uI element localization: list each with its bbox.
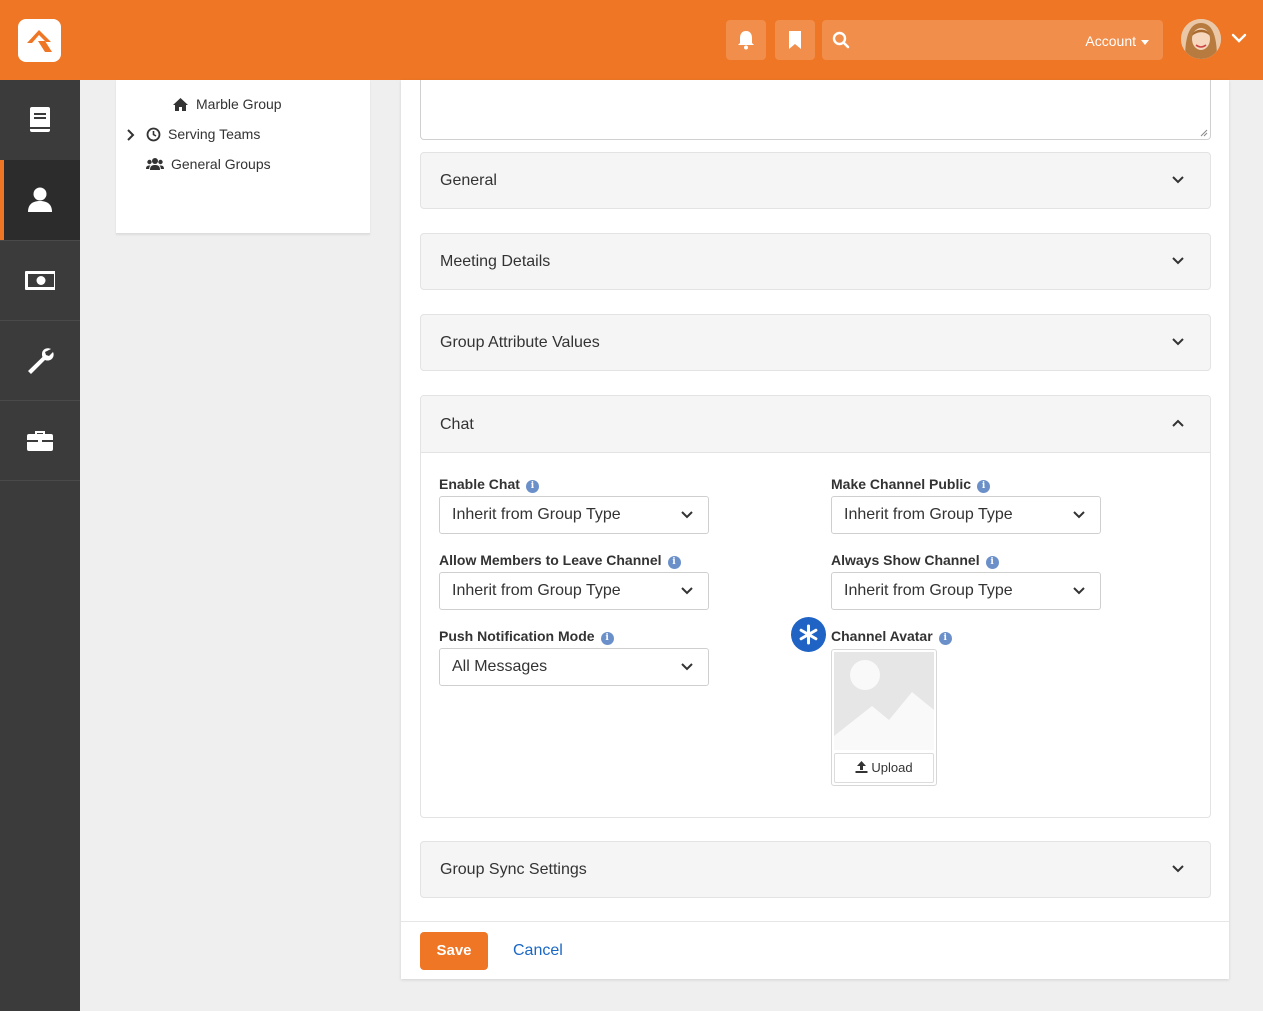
enable-chat-label: Enable Chat i <box>439 476 539 493</box>
chevron-down-icon <box>1172 176 1184 184</box>
panel-title: General <box>440 172 497 189</box>
chevron-down-icon <box>1172 257 1184 265</box>
nav-item-admin-tools[interactable] <box>0 320 80 401</box>
tree-item-label: Marble Group <box>196 96 282 112</box>
always-show-channel-label: Always Show Channel i <box>831 552 999 569</box>
panel-group-sync-settings[interactable]: Group Sync Settings <box>420 841 1211 898</box>
tree-item-marble-group[interactable]: Marble Group <box>172 96 282 112</box>
allow-members-leave-select[interactable]: Inherit from Group Type <box>439 572 709 610</box>
panel-title: Group Sync Settings <box>440 861 587 878</box>
description-textarea[interactable] <box>420 80 1211 140</box>
caret-down-icon <box>1141 39 1149 45</box>
tree-item-label: General Groups <box>171 156 271 172</box>
nav-item-people[interactable] <box>0 160 80 241</box>
chevron-down-icon <box>681 663 693 671</box>
panel-title: Meeting Details <box>440 253 551 270</box>
side-navigation <box>0 80 80 1011</box>
home-icon <box>173 97 188 111</box>
enable-chat-select[interactable]: Inherit from Group Type <box>439 496 709 534</box>
allow-members-leave-label: Allow Members to Leave Channel i <box>439 552 681 569</box>
chevron-right-icon[interactable] <box>126 129 136 141</box>
nav-item-content[interactable] <box>0 80 80 161</box>
group-tree-panel: Marble Group Serving Teams General Group… <box>116 80 370 234</box>
nav-item-finance[interactable] <box>0 240 80 321</box>
info-icon[interactable]: i <box>977 480 991 493</box>
briefcase-icon <box>27 431 53 451</box>
tree-item-cut-off <box>286 80 290 86</box>
account-label: Account <box>1085 33 1136 49</box>
chevron-down-icon <box>681 587 693 595</box>
chevron-up-icon <box>1172 419 1184 427</box>
bookmarks-button[interactable] <box>775 20 815 60</box>
money-icon <box>25 271 55 290</box>
top-bar: Account <box>0 0 1263 80</box>
chevron-down-icon[interactable] <box>1231 32 1247 44</box>
users-icon <box>146 158 164 170</box>
chevron-down-icon <box>1172 865 1184 873</box>
info-icon[interactable]: i <box>985 556 999 569</box>
make-channel-public-select[interactable]: Inherit from Group Type <box>831 496 1101 534</box>
always-show-channel-select[interactable]: Inherit from Group Type <box>831 572 1101 610</box>
panel-title: Group Attribute Values <box>440 334 600 351</box>
panel-chat-header[interactable]: Chat <box>421 396 1210 453</box>
person-icon <box>28 187 52 212</box>
info-icon[interactable]: i <box>938 632 952 645</box>
notifications-button[interactable] <box>726 20 766 60</box>
resize-grip-icon[interactable] <box>1200 129 1208 137</box>
footer-divider <box>401 921 1229 922</box>
channel-avatar-uploader: Upload <box>831 649 937 786</box>
info-icon[interactable]: i <box>525 480 539 493</box>
search-box[interactable]: Account <box>822 20 1163 60</box>
tree-item-general-groups[interactable]: General Groups <box>146 156 271 172</box>
panel-meeting-details[interactable]: Meeting Details <box>420 233 1211 290</box>
push-notification-mode-label: Push Notification Mode i <box>439 628 614 645</box>
user-avatar[interactable] <box>1181 19 1221 59</box>
bookmark-icon <box>789 31 801 49</box>
account-dropdown[interactable]: Account <box>1085 33 1149 49</box>
panel-group-attribute-values[interactable]: Group Attribute Values <box>420 314 1211 371</box>
chevron-down-icon <box>1073 511 1085 519</box>
upload-icon <box>855 761 868 773</box>
save-button[interactable]: Save <box>420 932 488 970</box>
nav-item-tools[interactable] <box>0 400 80 481</box>
rock-logo-icon[interactable] <box>18 19 61 62</box>
tree-item-label: Serving Teams <box>168 126 261 142</box>
panel-general[interactable]: General <box>420 152 1211 209</box>
image-placeholder-icon <box>834 652 934 750</box>
panel-title: Chat <box>440 416 474 433</box>
chevron-down-icon <box>681 511 693 519</box>
book-icon <box>30 107 50 132</box>
cancel-link[interactable]: Cancel <box>513 942 563 960</box>
info-icon[interactable]: i <box>600 632 614 645</box>
chevron-down-icon <box>1172 338 1184 346</box>
chevron-down-icon <box>1073 587 1085 595</box>
info-icon[interactable]: i <box>667 556 681 569</box>
upload-button[interactable]: Upload <box>834 753 934 783</box>
wrench-icon <box>28 348 54 374</box>
make-channel-public-label: Make Channel Public i <box>831 476 991 493</box>
push-notification-mode-select[interactable]: All Messages <box>439 648 709 686</box>
search-icon <box>832 31 850 49</box>
asterisk-badge-icon <box>791 617 826 652</box>
clock-icon <box>146 127 161 141</box>
tree-item-serving-teams[interactable]: Serving Teams <box>146 126 260 142</box>
channel-avatar-label: Channel Avatar i <box>831 628 952 645</box>
bell-icon <box>738 31 754 50</box>
